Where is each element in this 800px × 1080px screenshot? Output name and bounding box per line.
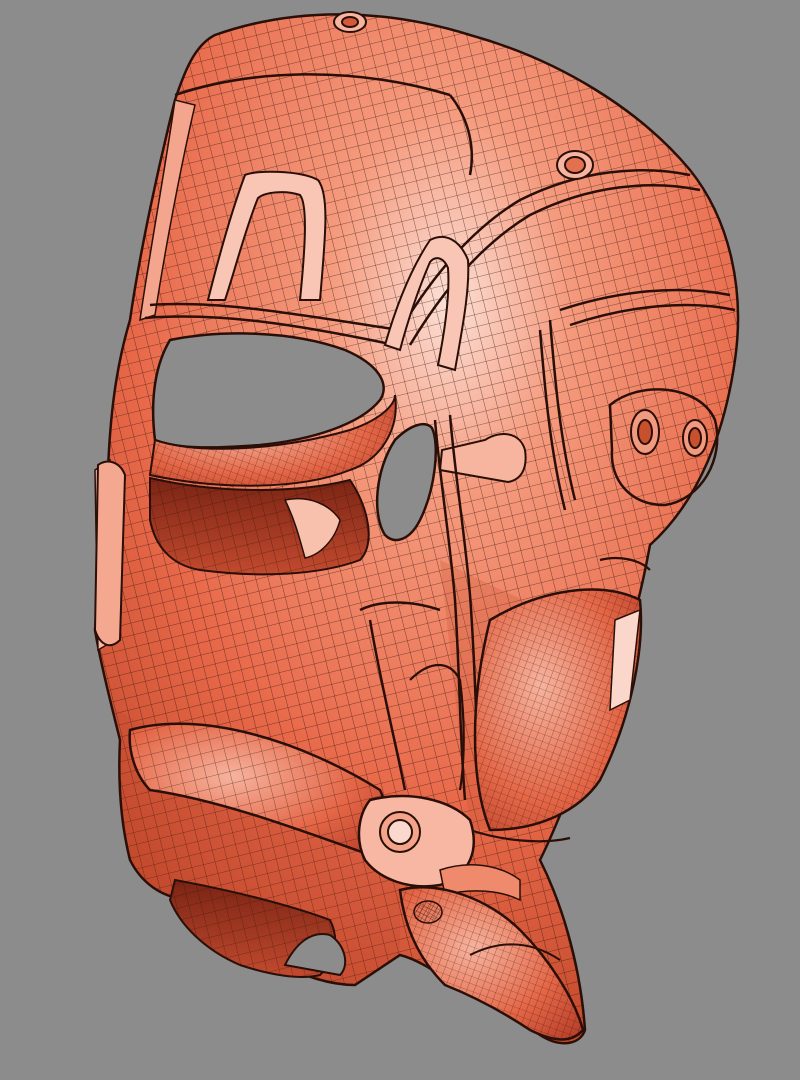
inner-cavity (149, 476, 370, 576)
left-eye-opening (148, 332, 397, 487)
render-viewport (0, 0, 800, 1080)
mask-render (0, 0, 800, 1080)
left-ear-tab (93, 460, 127, 647)
